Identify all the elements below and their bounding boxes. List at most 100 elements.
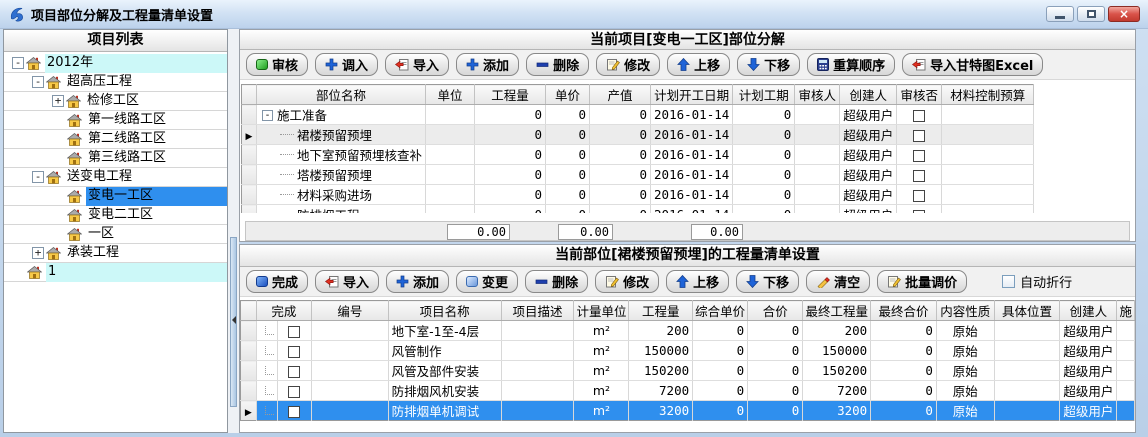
import-button[interactable]: 导入 (385, 53, 449, 76)
tree-item[interactable]: 变电一工区 (4, 187, 227, 206)
tree-item[interactable]: 第二线路工区 (4, 130, 227, 149)
tree-item-label[interactable]: 超高压工程 (65, 73, 227, 92)
collapse-toggle-icon[interactable]: - (262, 110, 273, 121)
tree-item-label[interactable]: 1 (46, 263, 227, 282)
tree-item-label[interactable]: 检修工区 (85, 92, 227, 111)
tree-item-label[interactable]: 一区 (86, 225, 227, 244)
table-row[interactable]: ▶ 防排烟单机调试 m² 3200 0 0 3200 (241, 401, 1135, 421)
tree-item-label[interactable]: 第二线路工区 (86, 130, 227, 149)
splitter-bar[interactable] (230, 237, 237, 407)
col-header[interactable]: 工程量 (475, 85, 546, 105)
load-in-button[interactable]: 调入 (315, 53, 378, 76)
done-checkbox[interactable] (288, 346, 300, 358)
tree-item[interactable]: 第一线路工区 (4, 111, 227, 130)
tree-item-label[interactable]: 承装工程 (65, 244, 227, 263)
tree-item[interactable]: 变电二工区 (4, 206, 227, 225)
col-header[interactable]: 编号 (312, 301, 389, 321)
col-header[interactable]: 最终合价 (871, 301, 937, 321)
tree-item[interactable]: + 承装工程 (4, 244, 227, 263)
expand-toggle-icon[interactable]: + (32, 247, 44, 259)
done-checkbox[interactable] (288, 366, 300, 378)
collapse-toggle-icon[interactable]: - (32, 76, 44, 88)
move-up-button[interactable]: 上移 (667, 53, 730, 76)
col-header[interactable]: 审核否 (897, 85, 942, 105)
delete-button[interactable]: 删除 (526, 53, 589, 76)
col-header[interactable]: 部位名称 (257, 85, 426, 105)
tree-item-label[interactable]: 变电二工区 (86, 206, 227, 225)
add-button[interactable]: 添加 (456, 53, 519, 76)
audited-checkbox[interactable] (913, 210, 925, 213)
table-row[interactable]: ▶ -材料采购进场 0 0 0 2016-01-14 0 超级用户 (242, 185, 1034, 205)
col-header[interactable]: 合价 (748, 301, 803, 321)
audited-checkbox[interactable] (913, 170, 925, 182)
tree-item-label[interactable]: 变电一工区 (86, 187, 227, 206)
add-button[interactable]: 添加 (386, 270, 449, 293)
col-header[interactable]: 计量单位 (574, 301, 629, 321)
table-row[interactable]: ▶ -塔楼预留预埋 0 0 0 2016-01-14 0 超级用户 (242, 165, 1034, 185)
audit-button[interactable]: 审核 (246, 53, 308, 76)
tree-item-label[interactable]: 2012年 (45, 54, 227, 73)
tree-item-label[interactable]: 送变电工程 (65, 168, 227, 187)
col-header[interactable]: 计划工期 (733, 85, 795, 105)
col-header[interactable]: 工程量 (629, 301, 693, 321)
finish-button[interactable]: 完成 (246, 270, 308, 293)
col-header[interactable]: 项目名称 (388, 301, 501, 321)
table-row[interactable]: ▶ 风管制作 m² 150000 0 0 150000 (241, 341, 1135, 361)
move-down-button[interactable]: 下移 (737, 53, 800, 76)
close-button[interactable]: × (1108, 6, 1140, 22)
table-row[interactable]: ▶ -裙楼预留预埋 0 0 0 2016-01-14 0 超级用户 (242, 125, 1034, 145)
table-row[interactable]: ▶ 地下室-1至-4层 m² 200 0 0 200 (241, 321, 1135, 341)
modify-button[interactable]: 修改 (596, 53, 660, 76)
batch-price-button[interactable]: 批量调价 (877, 270, 967, 293)
audited-checkbox[interactable] (913, 130, 925, 142)
tree-item[interactable]: 第三线路工区 (4, 149, 227, 168)
panel-splitter[interactable] (228, 29, 239, 433)
col-header[interactable]: 具体位置 (994, 301, 1060, 321)
import-gantt-excel-button[interactable]: 导入甘特图Excel (902, 53, 1043, 76)
col-header[interactable]: 综合单价 (693, 301, 748, 321)
col-header[interactable]: 完成 (256, 301, 311, 321)
expand-toggle-icon[interactable]: + (52, 95, 64, 107)
modify-button[interactable]: 修改 (595, 270, 659, 293)
audited-checkbox[interactable] (913, 110, 925, 122)
audited-checkbox[interactable] (913, 150, 925, 162)
col-header[interactable]: 创建人 (1060, 301, 1117, 321)
import-button[interactable]: 导入 (315, 270, 379, 293)
table-row[interactable]: ▶ -防排烟工程 0 0 0 2016-01-14 0 超级用户 (242, 205, 1034, 213)
minimize-button[interactable] (1046, 6, 1074, 22)
move-up-button[interactable]: 上移 (666, 270, 729, 293)
col-header[interactable]: 产值 (590, 85, 651, 105)
maximize-button[interactable] (1077, 6, 1105, 22)
tree-item[interactable]: 一区 (4, 225, 227, 244)
col-header[interactable]: 计划开工日期 (651, 85, 733, 105)
recalc-order-button[interactable]: 重算顺序 (807, 53, 895, 76)
move-down-button[interactable]: 下移 (736, 270, 799, 293)
auto-wrap-checkbox[interactable] (1002, 275, 1015, 288)
collapse-toggle-icon[interactable]: - (12, 57, 24, 69)
table-row[interactable]: ▶ 风管及部件安装 m² 150200 0 0 150200 (241, 361, 1135, 381)
col-header[interactable]: 创建人 (840, 85, 897, 105)
change-button[interactable]: 变更 (456, 270, 518, 293)
col-header[interactable]: 施 (1117, 301, 1135, 321)
col-header[interactable]: 单价 (546, 85, 590, 105)
tree-item[interactable]: - 送变电工程 (4, 168, 227, 187)
collapse-toggle-icon[interactable]: - (32, 171, 44, 183)
done-checkbox[interactable] (288, 386, 300, 398)
audited-checkbox[interactable] (913, 190, 925, 202)
tree-item[interactable]: + 检修工区 (4, 92, 227, 111)
tree-item-label[interactable]: 第一线路工区 (86, 111, 227, 130)
col-header[interactable]: 单位 (426, 85, 475, 105)
table-row[interactable]: ▶ -地下室预留预埋核查补 0 0 0 2016-01-14 0 超级用户 (242, 145, 1034, 165)
col-header[interactable]: 内容性质 (936, 301, 994, 321)
table-row[interactable]: ▶ -施工准备 0 0 0 2016-01-14 0 超级用户 (242, 105, 1034, 125)
clear-button[interactable]: 清空 (806, 270, 870, 293)
col-header[interactable]: 审核人 (795, 85, 840, 105)
tree-item[interactable]: - 2012年 (4, 54, 227, 73)
table-row[interactable]: ▶ 防排烟风机安装 m² 7200 0 0 7200 (241, 381, 1135, 401)
done-checkbox[interactable] (288, 326, 300, 338)
tree-item-label[interactable]: 第三线路工区 (86, 149, 227, 168)
done-checkbox[interactable] (288, 406, 300, 418)
tree-item[interactable]: - 超高压工程 (4, 73, 227, 92)
col-header[interactable]: 项目描述 (501, 301, 574, 321)
col-header[interactable]: 材料控制预算 (942, 85, 1034, 105)
